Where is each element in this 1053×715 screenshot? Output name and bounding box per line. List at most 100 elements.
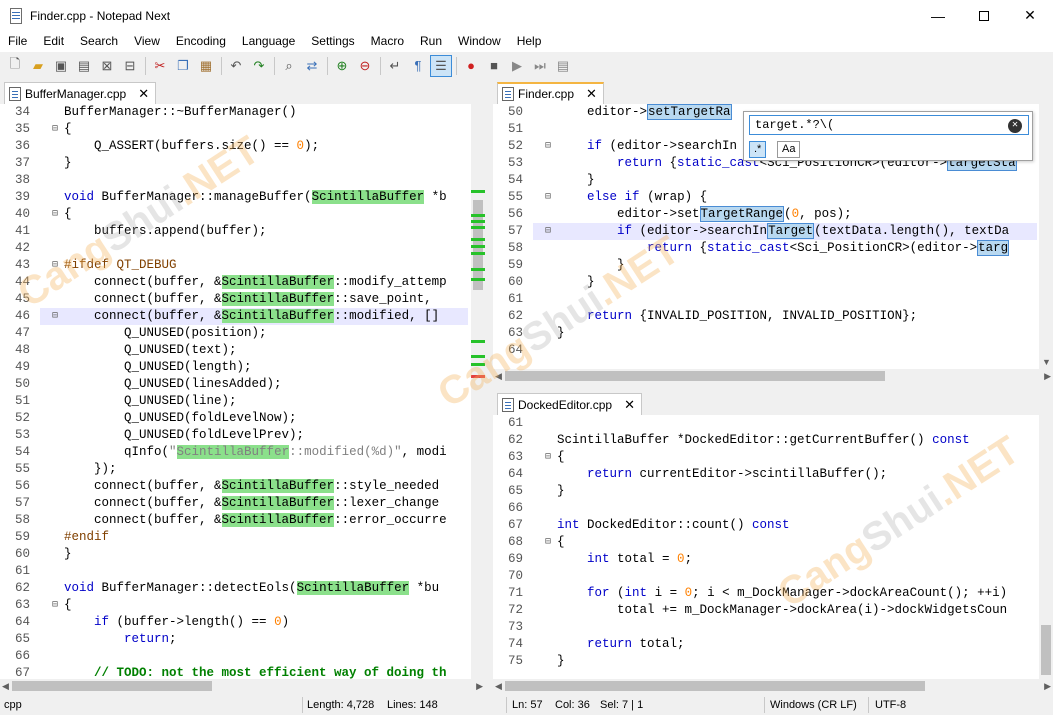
zoom-out-icon[interactable]: ⊖ [354, 55, 376, 77]
code-line[interactable]: 56 editor->setTargetRange(0, pos); [493, 206, 1037, 223]
code-line[interactable]: 56 connect(buffer, &ScintillaBuffer::sty… [0, 478, 468, 495]
line-number[interactable]: 43 [0, 257, 40, 274]
line-number[interactable]: 36 [0, 138, 40, 155]
line-number[interactable]: 61 [0, 563, 40, 580]
line-number[interactable]: 67 [493, 517, 533, 534]
save-icon[interactable]: ▣ [50, 55, 72, 77]
close-all-icon[interactable]: ⊟ [119, 55, 141, 77]
line-number[interactable]: 40 [0, 206, 40, 223]
code-line[interactable]: 63 ⊟ { [493, 449, 1037, 466]
scroll-down-icon[interactable]: ▼ [1042, 357, 1051, 367]
find-icon[interactable]: ⌕ [278, 55, 300, 77]
line-number[interactable]: 69 [493, 551, 533, 568]
line-number[interactable]: 37 [0, 155, 40, 172]
line-number[interactable]: 64 [493, 342, 533, 359]
line-number[interactable]: 55 [493, 189, 533, 206]
word-wrap-icon[interactable]: ↵ [384, 55, 406, 77]
code-line[interactable]: 36 Q_ASSERT(buffers.size() == 0); [0, 138, 468, 155]
menu-macro[interactable]: Macro [363, 31, 412, 52]
code-line[interactable]: 45 connect(buffer, &ScintillaBuffer::sav… [0, 291, 468, 308]
minimize-button[interactable]: — [915, 0, 961, 31]
code-line[interactable]: 41 buffers.append(buffer); [0, 223, 468, 240]
code-line[interactable]: 70 [493, 568, 1037, 585]
tab-dockededitor[interactable]: DockedEditor.cpp ✕ [497, 393, 642, 415]
tab-finder[interactable]: Finder.cpp ✕ [497, 82, 604, 104]
line-number[interactable]: 58 [493, 240, 533, 257]
undo-icon[interactable]: ↶ [225, 55, 247, 77]
code-line[interactable]: 54 } [493, 172, 1037, 189]
line-number[interactable]: 42 [0, 240, 40, 257]
find-input[interactable]: target.*?\( ✕ [749, 115, 1029, 135]
code-line[interactable]: 59 } [493, 257, 1037, 274]
code-line[interactable]: 66 [493, 500, 1037, 517]
status-language[interactable]: cpp [4, 698, 22, 712]
line-number[interactable]: 61 [493, 415, 533, 432]
fold-toggle-icon[interactable]: ⊟ [50, 597, 60, 614]
line-number[interactable]: 70 [493, 568, 533, 585]
line-number[interactable]: 52 [493, 138, 533, 155]
line-number[interactable]: 50 [0, 376, 40, 393]
line-number[interactable]: 66 [0, 648, 40, 665]
close-file-icon[interactable]: ⊠ [96, 55, 118, 77]
line-number[interactable]: 59 [493, 257, 533, 274]
code-line[interactable]: 55 }); [0, 461, 468, 478]
line-number[interactable]: 54 [493, 172, 533, 189]
record-macro-icon[interactable]: ● [460, 55, 482, 77]
line-number[interactable]: 65 [0, 631, 40, 648]
code-line[interactable]: 48 Q_UNUSED(text); [0, 342, 468, 359]
code-line[interactable]: 47 Q_UNUSED(position); [0, 325, 468, 342]
code-line[interactable]: 40 ⊟ { [0, 206, 468, 223]
line-number[interactable]: 62 [493, 432, 533, 449]
redo-icon[interactable]: ↷ [248, 55, 270, 77]
code-line[interactable]: 75} [493, 653, 1037, 670]
line-number[interactable]: 73 [493, 619, 533, 636]
line-number[interactable]: 44 [0, 274, 40, 291]
scroll-right-icon[interactable]: ▶ [476, 681, 483, 692]
menu-settings[interactable]: Settings [303, 31, 362, 52]
code-line[interactable]: 72 total += m_DockManager->dockArea(i)->… [493, 602, 1037, 619]
horizontal-splitter[interactable] [493, 383, 1053, 391]
line-number[interactable]: 65 [493, 483, 533, 500]
tab-close-icon[interactable]: ✕ [624, 397, 635, 413]
code-line[interactable]: 74 return total; [493, 636, 1037, 653]
menu-language[interactable]: Language [234, 31, 303, 52]
code-line[interactable]: 73 [493, 619, 1037, 636]
bottom-right-vertical-scrollbar[interactable] [1039, 415, 1053, 679]
line-number[interactable]: 64 [493, 466, 533, 483]
code-line[interactable]: 71 for (int i = 0; i < m_DockManager->do… [493, 585, 1037, 602]
code-line[interactable]: 62 return {INVALID_POSITION, INVALID_POS… [493, 308, 1037, 325]
line-number[interactable]: 63 [0, 597, 40, 614]
tab-close-icon[interactable]: ✕ [586, 86, 597, 102]
scroll-right-icon[interactable]: ▶ [1044, 371, 1051, 382]
fold-toggle-icon[interactable]: ⊟ [543, 223, 553, 240]
code-line[interactable]: 52 Q_UNUSED(foldLevelNow); [0, 410, 468, 427]
line-number[interactable]: 49 [0, 359, 40, 376]
line-number[interactable]: 34 [0, 104, 40, 121]
code-line[interactable]: 61 [493, 415, 1037, 432]
code-line[interactable]: 50 Q_UNUSED(linesAdded); [0, 376, 468, 393]
menu-edit[interactable]: Edit [35, 31, 72, 52]
open-file-icon[interactable]: ▰ [27, 55, 49, 77]
code-line[interactable]: 42 [0, 240, 468, 257]
code-line[interactable]: 38 [0, 172, 468, 189]
code-line[interactable]: 39 void BufferManager::manageBuffer(Scint… [0, 189, 468, 206]
tab-buffermanager[interactable]: BufferManager.cpp ✕ [4, 82, 157, 104]
stop-macro-icon[interactable]: ■ [483, 55, 505, 77]
fold-toggle-icon[interactable]: ⊟ [543, 138, 553, 155]
line-number[interactable]: 75 [493, 653, 533, 670]
code-line[interactable]: 49 Q_UNUSED(length); [0, 359, 468, 376]
tab-close-icon[interactable]: ✕ [138, 86, 149, 102]
regex-toggle[interactable]: .* [749, 141, 767, 158]
code-line[interactable]: 64 return currentEditor->scintillaBuffer… [493, 466, 1037, 483]
code-line[interactable]: 57 connect(buffer, &ScintillaBuffer::lex… [0, 495, 468, 512]
line-number[interactable]: 51 [493, 121, 533, 138]
run-macro-multiple-icon[interactable]: ⏭ [529, 55, 551, 77]
menu-file[interactable]: File [0, 31, 35, 52]
cut-icon[interactable]: ✂ [149, 55, 171, 77]
fold-toggle-icon[interactable]: ⊟ [543, 189, 553, 206]
line-number[interactable]: 48 [0, 342, 40, 359]
line-number[interactable]: 39 [0, 189, 40, 206]
menu-encoding[interactable]: Encoding [168, 31, 234, 52]
line-number[interactable]: 74 [493, 636, 533, 653]
line-number[interactable]: 53 [493, 155, 533, 172]
